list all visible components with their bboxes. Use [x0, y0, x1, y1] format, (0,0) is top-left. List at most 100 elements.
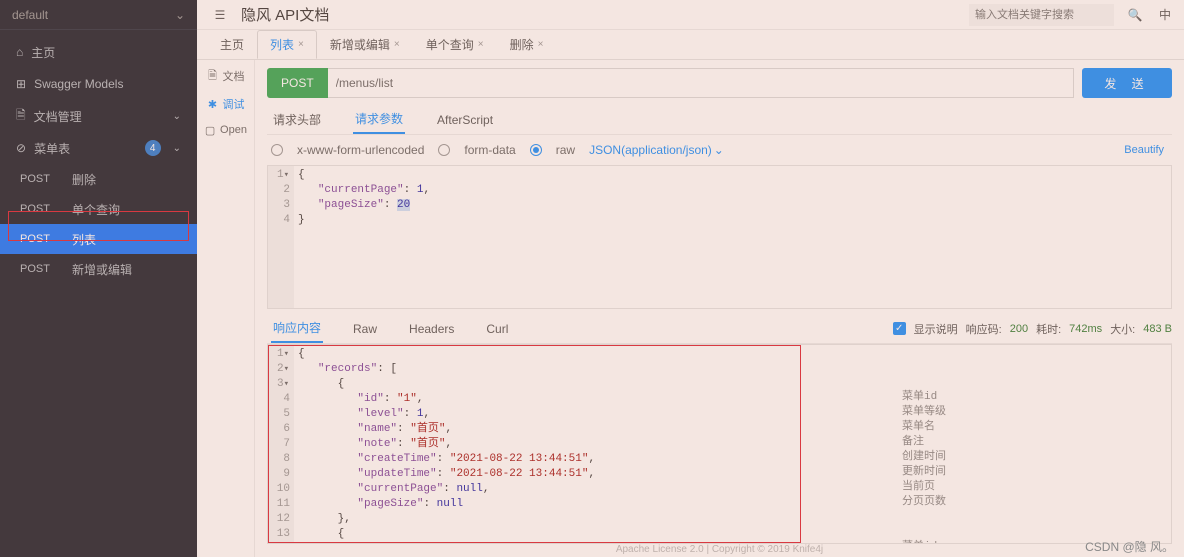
gutter: 1▾234: [268, 166, 294, 308]
radio-raw[interactable]: [530, 144, 542, 156]
footer: Apache License 2.0 | Copyright © 2019 Kn…: [267, 544, 1172, 557]
nav-sub-single[interactable]: POST 单个查询: [0, 194, 197, 224]
nav-sub-delete[interactable]: POST 删除: [0, 164, 197, 194]
subtab-params[interactable]: 请求参数: [353, 106, 405, 134]
response-editor[interactable]: 1▾2▾3▾4567891011121314▾15161718192021222…: [267, 344, 1172, 544]
nav-docmgr[interactable]: 🗎 文档管理 ⌄: [0, 100, 197, 132]
tab-addedit[interactable]: 新增或编辑 ×: [317, 30, 413, 59]
count-badge: 4: [145, 140, 161, 156]
subtab-afterscript[interactable]: AfterScript: [435, 106, 495, 134]
show-desc-label: 显示说明: [914, 321, 958, 337]
nav-home-label: 主页: [31, 44, 55, 61]
resp-code-label: 响应码:: [966, 321, 1002, 337]
lang-toggle[interactable]: 中: [1156, 6, 1174, 24]
tab-label: 主页: [220, 36, 244, 53]
subtab-headers[interactable]: 请求头部: [271, 106, 323, 134]
resp-tab-curl[interactable]: Curl: [484, 315, 510, 343]
nav-sub-label: 单个查询: [72, 201, 120, 218]
search-icon[interactable]: 🔍: [1126, 6, 1144, 24]
nav-sub-label: 删除: [72, 171, 96, 188]
home-icon: ⌂: [16, 45, 23, 59]
radio-label: form-data: [464, 143, 515, 157]
main: ☰ 隐风 API文档 🔍 中 主页 列表 × 新增或编辑 × 单个查询 × 删除 × 🗎…: [197, 0, 1184, 557]
nav-swagger-label: Swagger Models: [34, 77, 123, 91]
model-icon: ⊞: [16, 77, 26, 91]
tab-label: 删除: [510, 36, 534, 53]
checkbox-icon[interactable]: ✓: [893, 322, 906, 335]
beautify-link[interactable]: Beautify: [1124, 144, 1172, 156]
tab-single[interactable]: 单个查询 ×: [413, 30, 497, 59]
nav-sub-addedit[interactable]: POST 新增或编辑: [0, 254, 197, 284]
radio-label: x-www-form-urlencoded: [297, 143, 424, 157]
tab-label: 单个查询: [426, 36, 474, 53]
mode-debug[interactable]: ✱调试: [207, 96, 245, 112]
nav-sub-list[interactable]: POST 列表: [0, 224, 197, 254]
close-icon[interactable]: ×: [298, 39, 304, 50]
body-type-row: x-www-form-urlencoded form-data raw JSON…: [267, 135, 1172, 166]
close-icon[interactable]: ×: [394, 39, 400, 50]
nav-swagger[interactable]: ⊞ Swagger Models: [0, 68, 197, 100]
tab-label: 新增或编辑: [330, 36, 390, 53]
open-icon: ▢: [204, 124, 216, 136]
tab-list[interactable]: 列表 ×: [257, 30, 317, 59]
method-tag: POST: [20, 263, 58, 275]
close-icon[interactable]: ×: [478, 39, 484, 50]
main-tabs: 主页 列表 × 新增或编辑 × 单个查询 × 删除 ×: [197, 30, 1184, 60]
radio-formdata[interactable]: [438, 144, 450, 156]
bug-icon: ✱: [207, 98, 219, 110]
content: POST 发 送 请求头部 请求参数 AfterScript x-www-for…: [255, 60, 1184, 557]
close-icon[interactable]: ×: [538, 39, 544, 50]
tab-delete[interactable]: 删除 ×: [497, 30, 557, 59]
field-legend: 菜单id菜单等级菜单名备注创建时间更新时间当前页分页页数菜单id菜单等级菜单名备…: [902, 345, 946, 544]
tab-label: 列表: [270, 36, 294, 53]
chevron-down-icon: ⌄: [173, 143, 181, 154]
radio-form[interactable]: [271, 144, 283, 156]
project-selector[interactable]: default ⌄: [0, 0, 197, 30]
resp-tab-content[interactable]: 响应内容: [271, 315, 323, 343]
topbar: ☰ 隐风 API文档 🔍 中: [197, 0, 1184, 30]
body: 🗎 文档 ✱调试 ▢ Open POST 发 送 请求头部 请求参数 AfterSc…: [197, 60, 1184, 557]
resp-code-val: 200: [1010, 323, 1028, 335]
nav-menutable-label: 菜单表: [34, 140, 70, 157]
response-tabs: 响应内容 Raw Headers Curl ✓ 显示说明 响应码:200 耗时:…: [267, 315, 1172, 344]
chevron-down-icon: ⌄: [714, 143, 724, 157]
resp-size-label: 大小:: [1110, 321, 1135, 337]
nav-home[interactable]: ⌂ 主页: [0, 36, 197, 68]
method-badge[interactable]: POST: [267, 68, 328, 98]
tab-home[interactable]: 主页: [207, 30, 257, 59]
search-input[interactable]: [969, 4, 1114, 26]
link-icon: ⊘: [16, 141, 26, 155]
json-type-select[interactable]: JSON(application/json)⌄: [589, 143, 724, 157]
code-area[interactable]: { "currentPage": 1, "pageSize": 20 }: [294, 166, 1171, 308]
nav-sub-label: 列表: [72, 231, 96, 248]
doc-icon: 🗎: [207, 70, 219, 82]
mode-label: Open: [220, 124, 247, 136]
response-code[interactable]: { "records": [ { "id": "1", "level": 1, …: [294, 345, 1171, 543]
request-editor[interactable]: 1▾234 { "currentPage": 1, "pageSize": 20…: [267, 165, 1172, 309]
mode-col: 🗎 文档 ✱调试 ▢ Open: [197, 60, 255, 557]
resp-tab-headers[interactable]: Headers: [407, 315, 456, 343]
resp-time-val: 742ms: [1069, 323, 1102, 335]
json-type-label: JSON(application/json): [589, 143, 712, 157]
watermark: CSDN @隐 风。: [1085, 538, 1174, 555]
nav-menutable[interactable]: ⊘ 菜单表 4 ⌄: [0, 132, 197, 164]
page-title: 隐风 API文档: [241, 4, 329, 25]
request-subtabs: 请求头部 请求参数 AfterScript: [267, 106, 1172, 135]
method-tag: POST: [20, 173, 58, 185]
menu-toggle-icon[interactable]: ☰: [211, 6, 229, 24]
doc-icon: 🗎: [16, 106, 26, 127]
url-input[interactable]: [328, 68, 1074, 98]
response-meta: ✓ 显示说明 响应码:200 耗时:742ms 大小:483 B: [893, 321, 1172, 337]
nav-docmgr-label: 文档管理: [34, 108, 82, 125]
nav-list: ⌂ 主页 ⊞ Swagger Models 🗎 文档管理 ⌄ ⊘ 菜单表 4 ⌄…: [0, 30, 197, 284]
mode-open[interactable]: ▢ Open: [204, 124, 247, 136]
method-tag: POST: [20, 233, 58, 245]
send-button[interactable]: 发 送: [1082, 68, 1172, 98]
chevron-down-icon: ⌄: [173, 111, 181, 122]
mode-label: 文档: [223, 68, 245, 84]
nav-sub-label: 新增或编辑: [72, 261, 132, 278]
resp-size-val: 483 B: [1143, 323, 1172, 335]
resp-tab-raw[interactable]: Raw: [351, 315, 379, 343]
mode-doc[interactable]: 🗎 文档: [207, 68, 245, 84]
sidebar: default ⌄ ⌂ 主页 ⊞ Swagger Models 🗎 文档管理 ⌄…: [0, 0, 197, 557]
